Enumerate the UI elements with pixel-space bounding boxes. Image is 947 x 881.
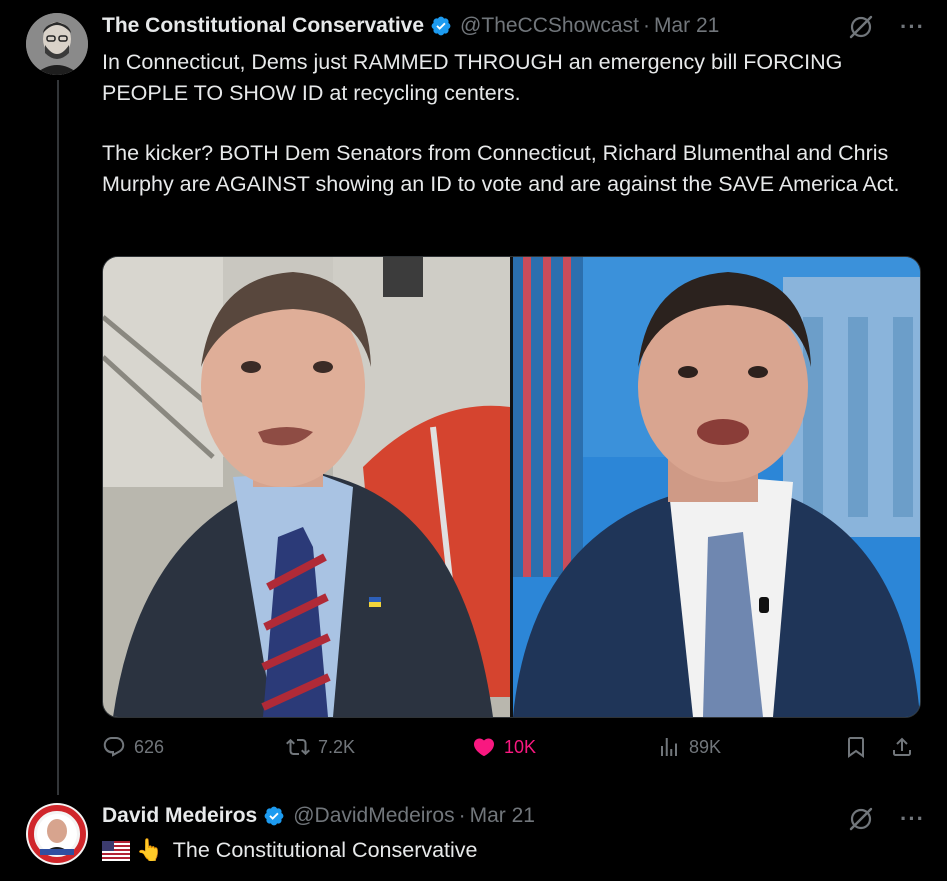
- avatar-portrait-icon: [26, 13, 88, 75]
- more-options-icon[interactable]: ···: [900, 808, 925, 830]
- reply-count: 626: [134, 736, 165, 757]
- reply-header: David Medeiros @DavidMedeiros · Mar 21: [102, 804, 535, 828]
- views-count: 89K: [689, 736, 722, 757]
- reply-button[interactable]: 626: [102, 735, 164, 759]
- avatar-logo-icon: [27, 804, 87, 864]
- bookmark-button[interactable]: [844, 735, 868, 759]
- reply-icon: [103, 737, 125, 757]
- tweet-action-bar: 626 7.2K 10K 89K: [102, 735, 919, 765]
- verified-badge-icon[interactable]: [430, 15, 452, 37]
- us-flag-icon: [102, 840, 130, 861]
- repost-icon: [286, 738, 310, 756]
- reply-top-actions: ···: [848, 806, 925, 832]
- reply-author-handle[interactable]: @DavidMedeiros: [293, 804, 454, 828]
- grok-icon[interactable]: [848, 14, 874, 40]
- reply-author-name[interactable]: David Medeiros: [102, 804, 257, 828]
- tweet-date[interactable]: Mar 21: [654, 14, 719, 38]
- tweet-text-paragraph-2: The kicker? BOTH Dem Senators from Conne…: [102, 141, 900, 196]
- heart-filled-icon: [473, 738, 495, 757]
- reply-text-content: The Constitutional Conservative: [172, 838, 478, 862]
- bookmark-icon: [848, 737, 864, 758]
- pointing-up-emoji: 👆: [136, 838, 163, 863]
- repost-count: 7.2K: [318, 736, 356, 757]
- views-chart-icon: [661, 738, 677, 756]
- tweet-header: The Constitutional Conservative @TheCCSh…: [102, 14, 719, 38]
- thread-connector-line: [57, 80, 59, 795]
- separator-dot: ·: [642, 14, 650, 37]
- tweet-media-image[interactable]: [102, 256, 921, 718]
- tweet-text: In Connecticut, Dems just RAMMED THROUGH…: [102, 47, 932, 199]
- author-handle[interactable]: @TheCCShowcast: [460, 14, 639, 38]
- tweet-text-paragraph-1: In Connecticut, Dems just RAMMED THROUGH…: [102, 50, 843, 105]
- verified-badge-icon[interactable]: [263, 805, 285, 827]
- author-name[interactable]: The Constitutional Conservative: [102, 14, 424, 38]
- like-button[interactable]: 10K: [472, 735, 536, 759]
- tweet-top-actions: ···: [848, 14, 925, 40]
- more-options-icon[interactable]: ···: [900, 16, 925, 38]
- share-icon: [893, 737, 911, 756]
- like-count: 10K: [504, 736, 537, 757]
- repost-button[interactable]: 7.2K: [286, 735, 355, 759]
- reply-author-avatar[interactable]: [26, 803, 88, 865]
- share-button[interactable]: [890, 735, 914, 759]
- grok-icon[interactable]: [848, 806, 874, 832]
- reply-date[interactable]: Mar 21: [470, 804, 535, 828]
- author-avatar[interactable]: [26, 13, 88, 75]
- separator-dot: ·: [458, 804, 466, 827]
- views-button[interactable]: 89K: [657, 735, 721, 759]
- reply-text: 👆 The Constitutional Conservative: [102, 838, 478, 863]
- senators-photo-collage: [103, 257, 920, 717]
